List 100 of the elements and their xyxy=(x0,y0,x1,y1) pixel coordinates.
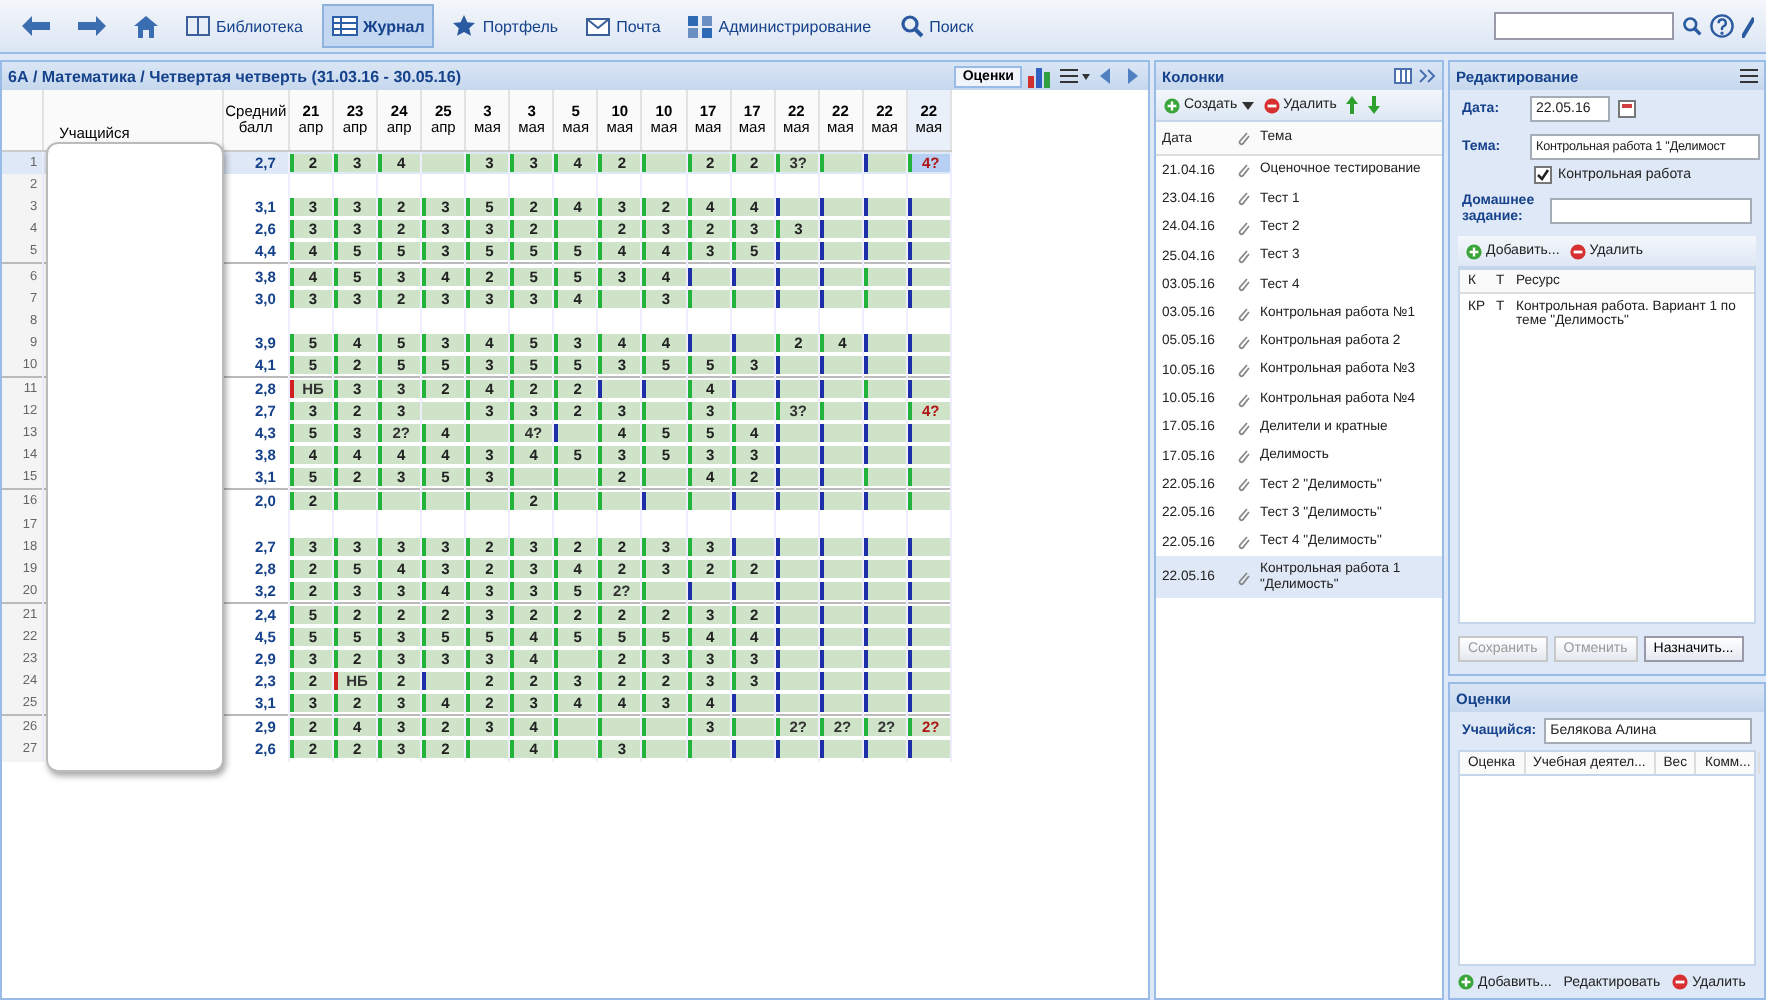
grade-cell[interactable] xyxy=(907,446,950,465)
grade-cell[interactable] xyxy=(775,424,818,443)
menu-icon[interactable] xyxy=(1740,68,1758,84)
grade-cell[interactable] xyxy=(819,402,862,421)
grade-cell[interactable] xyxy=(863,492,906,511)
grade-cell[interactable] xyxy=(731,289,774,308)
grade-cell[interactable] xyxy=(907,333,950,352)
grade-cell[interactable] xyxy=(731,267,774,286)
grade-cell[interactable] xyxy=(687,492,730,511)
grade-cell[interactable] xyxy=(819,672,862,691)
grade-cell[interactable] xyxy=(422,672,465,691)
grade-cell[interactable] xyxy=(731,402,774,421)
grade-cell[interactable] xyxy=(731,492,774,511)
grade-cell[interactable] xyxy=(775,581,818,600)
grade-cell[interactable] xyxy=(731,694,774,713)
search-field[interactable] xyxy=(1494,12,1674,40)
grade-cell[interactable] xyxy=(907,650,950,669)
grade-cell[interactable] xyxy=(819,650,862,669)
grade-cell[interactable] xyxy=(642,402,685,421)
grade-cell[interactable] xyxy=(554,468,597,487)
collapse-icon[interactable] xyxy=(1418,68,1436,84)
grade-cell[interactable] xyxy=(731,379,774,398)
grade-cell[interactable] xyxy=(775,198,818,217)
grade-cell[interactable] xyxy=(863,267,906,286)
grade-cell[interactable] xyxy=(642,468,685,487)
grade-cell[interactable] xyxy=(775,537,818,556)
grade-cell[interactable] xyxy=(863,628,906,647)
grade-cell[interactable] xyxy=(775,740,818,759)
down-arrow-icon[interactable] xyxy=(1368,96,1381,114)
help-icon[interactable] xyxy=(1710,14,1734,38)
grade-cell[interactable] xyxy=(775,650,818,669)
grade-cell[interactable] xyxy=(819,355,862,374)
grade-cell[interactable] xyxy=(731,718,774,737)
grade-cell[interactable] xyxy=(775,379,818,398)
grade-cell[interactable] xyxy=(775,492,818,511)
grade-cell[interactable] xyxy=(863,581,906,600)
grade-cell[interactable] xyxy=(775,468,818,487)
grade-cell[interactable] xyxy=(775,267,818,286)
grade-cell[interactable] xyxy=(863,242,906,261)
grade-cell[interactable] xyxy=(819,581,862,600)
grade-cell[interactable] xyxy=(819,267,862,286)
right-arrow-icon[interactable] xyxy=(1122,66,1142,86)
grade-cell[interactable] xyxy=(863,650,906,669)
grade-cell[interactable] xyxy=(907,537,950,556)
grade-cell[interactable] xyxy=(819,605,862,624)
search-icon[interactable] xyxy=(1682,16,1702,36)
grade-cell[interactable] xyxy=(422,492,465,511)
grade-cell[interactable] xyxy=(642,492,685,511)
grade-cell[interactable] xyxy=(907,581,950,600)
grade-cell[interactable] xyxy=(863,694,906,713)
grade-cell[interactable] xyxy=(863,424,906,443)
grade-cell[interactable] xyxy=(863,740,906,759)
grade-cell[interactable] xyxy=(907,220,950,239)
grade-cell[interactable] xyxy=(775,694,818,713)
grade-cell[interactable] xyxy=(554,650,597,669)
grade-cell[interactable] xyxy=(819,559,862,578)
grade-cell[interactable] xyxy=(863,605,906,624)
grade-cell[interactable] xyxy=(731,537,774,556)
grade-cell[interactable] xyxy=(466,492,509,511)
grade-cell[interactable] xyxy=(819,379,862,398)
grade-cell[interactable] xyxy=(687,740,730,759)
grade-cell[interactable] xyxy=(819,198,862,217)
homework-field[interactable] xyxy=(1550,197,1752,223)
toolbar-button[interactable]: Поиск xyxy=(889,4,984,48)
grade-cell[interactable] xyxy=(819,242,862,261)
up-arrow-icon[interactable] xyxy=(1346,96,1359,114)
grade-cell[interactable] xyxy=(907,355,950,374)
grade-cell[interactable] xyxy=(598,379,641,398)
grade-cell[interactable] xyxy=(819,289,862,308)
grade-cell[interactable] xyxy=(554,740,597,759)
grade-cell[interactable] xyxy=(775,628,818,647)
grade-cell[interactable] xyxy=(775,289,818,308)
grade-cell[interactable] xyxy=(334,492,377,511)
grade-cell[interactable] xyxy=(731,581,774,600)
grade-cell[interactable] xyxy=(731,740,774,759)
grade-cell[interactable] xyxy=(554,718,597,737)
grade-cell[interactable] xyxy=(554,220,597,239)
grade-cell[interactable] xyxy=(819,694,862,713)
grade-cell[interactable] xyxy=(819,628,862,647)
grade-cell[interactable] xyxy=(642,718,685,737)
grade-cell[interactable] xyxy=(642,154,685,173)
grade-cell[interactable] xyxy=(598,718,641,737)
grade-cell[interactable] xyxy=(863,289,906,308)
grade-cell[interactable] xyxy=(863,355,906,374)
grade-cell[interactable] xyxy=(907,289,950,308)
grade-cell[interactable] xyxy=(466,424,509,443)
left-arrow-icon[interactable] xyxy=(1096,66,1116,86)
slash-icon[interactable] xyxy=(1742,14,1754,38)
grade-cell[interactable] xyxy=(775,672,818,691)
grade-cell[interactable] xyxy=(863,333,906,352)
grade-cell[interactable] xyxy=(554,424,597,443)
list-menu-icon[interactable] xyxy=(1058,65,1090,87)
grade-cell[interactable] xyxy=(775,605,818,624)
toolbar-button[interactable]: Портфель xyxy=(442,4,569,48)
grade-cell[interactable] xyxy=(819,154,862,173)
grade-cell[interactable] xyxy=(510,468,553,487)
grade-cell[interactable] xyxy=(907,605,950,624)
grade-cell[interactable] xyxy=(642,740,685,759)
grade-cell[interactable] xyxy=(863,537,906,556)
grade-cell[interactable] xyxy=(863,198,906,217)
